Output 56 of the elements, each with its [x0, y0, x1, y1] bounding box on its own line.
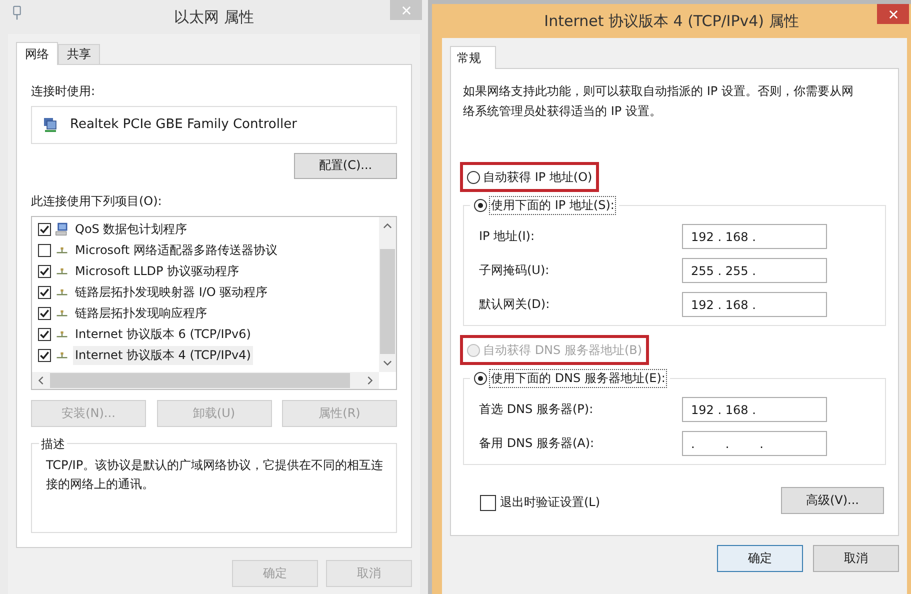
checkbox[interactable] [38, 328, 51, 341]
ip-address-field[interactable]: 192 . 168 . [682, 292, 827, 317]
description-text: TCP/IP。该协议是默认的广域网络协议，它提供在不同的相互连接的网络上的通讯。 [46, 457, 384, 494]
field-label: 首选 DNS 服务器(P): [479, 401, 594, 418]
ip-address-field[interactable]: 255 . 255 . [682, 258, 827, 283]
scroll-thumb[interactable] [50, 373, 350, 388]
dialog-button[interactable]: 取消 [813, 545, 899, 572]
intro-text: 如果网络支持此功能，则可以获取自动指派的 IP 设置。否则，你需要从网络系统管理员处获得适当的 IP 设置。 [463, 83, 854, 120]
list-item[interactable]: Microsoft 网络适配器多路传送器协议 [73, 240, 280, 260]
checkbox[interactable] [38, 348, 51, 362]
radio-option[interactable]: 使用下面的 IP 地址(S): [470, 195, 620, 215]
checkbox[interactable] [38, 306, 51, 320]
checkbox[interactable] [38, 222, 51, 236]
tab[interactable]: 共享 [58, 44, 100, 64]
network-plug-icon [12, 5, 22, 21]
vertical-scrollbar[interactable] [379, 216, 396, 372]
checkbox[interactable] [38, 264, 51, 278]
ip-address-field[interactable]: 192 . 168 . [682, 224, 827, 249]
field-label: IP 地址(I): [479, 228, 536, 245]
field-label: 子网掩码(U): [479, 262, 550, 279]
radio-option[interactable]: 使用下面的 DNS 服务器地址(E): [470, 368, 670, 388]
list-item[interactable]: QoS 数据包计划程序 [73, 220, 190, 239]
window-title: Internet 协议版本 4 (TCP/IPv4) 属性 [544, 12, 799, 30]
scroll-thumb[interactable] [380, 248, 395, 354]
advanced-button[interactable]: 高级(V)... [781, 487, 884, 514]
window-title: 以太网 属性 [174, 8, 254, 26]
checkbox[interactable] [38, 286, 51, 299]
connect-using-label: 连接时使用: [31, 83, 96, 100]
dialog-button[interactable]: 确定 [717, 545, 803, 572]
checkbox[interactable] [38, 244, 51, 257]
scroll-right-icon[interactable] [367, 376, 373, 386]
items-label: 此连接使用下列项目(O): [31, 192, 163, 210]
network-adapter-icon [42, 116, 58, 133]
horizontal-scrollbar[interactable] [32, 372, 379, 390]
scroll-up-icon[interactable] [383, 222, 392, 229]
list-item[interactable]: Internet 协议版本 4 (TCP/IPv4) [73, 346, 253, 365]
tab[interactable]: 网络 [16, 42, 58, 65]
close-button[interactable] [877, 4, 909, 24]
close-icon [888, 10, 898, 18]
radio-option[interactable]: 自动获得 IP 地址(O) [463, 165, 596, 189]
configure-button[interactable]: 配置(C)... [294, 152, 397, 179]
list-item[interactable]: 链路层拓扑发现映射器 I/O 驱动程序 [73, 282, 270, 302]
adapter-name: Realtek PCIe GBE Family Controller [70, 117, 297, 132]
list-item[interactable]: Microsoft LLDP 协议驱动程序 [73, 262, 242, 281]
close-icon [402, 6, 410, 14]
scroll-left-icon[interactable] [38, 376, 44, 386]
ip-address-field[interactable]: . . . [682, 431, 827, 456]
field-label: 默认网关(D): [479, 296, 551, 313]
tab[interactable]: 常规 [450, 46, 496, 69]
checkbox-option[interactable]: 退出时验证设置(L) [480, 494, 600, 511]
scroll-down-icon[interactable] [383, 360, 392, 366]
ip-address-field[interactable]: 192 . 168 . [682, 397, 827, 422]
list-item[interactable]: 链路层拓扑发现响应程序 [73, 304, 209, 323]
computer-icon [55, 222, 69, 236]
list-item[interactable]: Internet 协议版本 6 (TCP/IPv6) [73, 324, 253, 344]
field-label: 备用 DNS 服务器(A): [479, 435, 596, 452]
